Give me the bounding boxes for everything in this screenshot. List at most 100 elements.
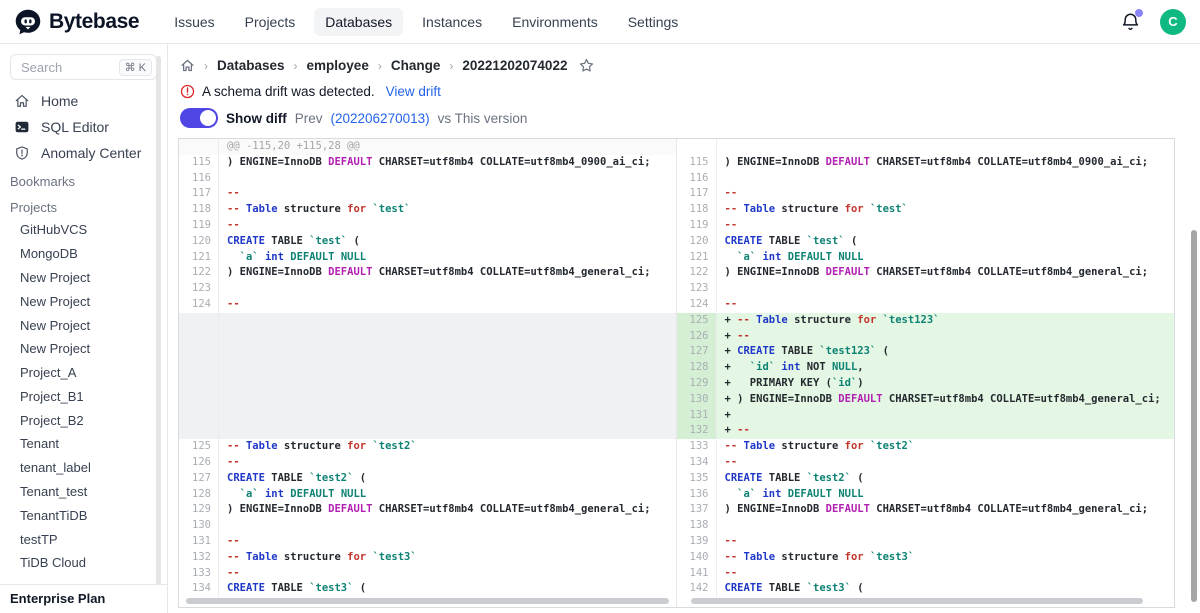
search-input[interactable] — [19, 59, 95, 76]
diff-left-horizontal-scrollbar[interactable] — [186, 598, 669, 604]
bytebase-logo[interactable]: Bytebase — [14, 8, 139, 36]
nav-tab-instances[interactable]: Instances — [411, 8, 493, 36]
sidebar-project-item[interactable]: MongoDB — [0, 242, 167, 266]
line-number: 133 — [179, 566, 219, 582]
diff-row: 117-- — [179, 186, 676, 202]
sidebar-project-item[interactable]: New Project — [0, 337, 167, 361]
code-token: ) ENGINE=InnoDB — [725, 503, 826, 515]
code-token — [227, 488, 240, 500]
code-line: `a` int DEFAULT NULL — [717, 250, 1175, 266]
code-line: ) ENGINE=InnoDB DEFAULT CHARSET=utf8mb4 … — [219, 155, 676, 171]
toggle-knob — [200, 110, 216, 126]
code-line: + -- — [717, 329, 1175, 345]
code-line — [219, 392, 676, 408]
sidebar-item-sql-editor[interactable]: SQL Editor — [0, 114, 167, 140]
sidebar-project-item[interactable]: Tenant_test — [0, 480, 167, 504]
code-token: + — [725, 345, 738, 357]
nav-tab-projects[interactable]: Projects — [234, 8, 307, 36]
line-number: 127 — [677, 344, 717, 360]
line-number: 117 — [677, 186, 717, 202]
diff-row: 141-- — [677, 566, 1175, 582]
breadcrumb-item[interactable]: Databases — [217, 58, 285, 73]
code-token: TABLE — [762, 235, 806, 247]
project-list: GitHubVCSMongoDBNew ProjectNew ProjectNe… — [0, 218, 167, 575]
sidebar-project-item[interactable]: testTP — [0, 527, 167, 551]
sidebar-scrollbar[interactable] — [156, 56, 161, 590]
line-number — [179, 376, 219, 392]
line-number: 125 — [179, 439, 219, 455]
code-token: + PRIMARY KEY ( — [725, 377, 832, 389]
sidebar-project-item[interactable]: New Project — [0, 313, 167, 337]
line-number: 116 — [677, 171, 717, 187]
code-token: -- — [725, 219, 738, 231]
breadcrumb-item[interactable]: employee — [307, 58, 369, 73]
notifications-button[interactable] — [1120, 11, 1142, 33]
code-token: + — [725, 409, 731, 421]
code-token: ( — [851, 472, 864, 484]
code-token: CREATE — [227, 582, 265, 594]
sidebar-project-item[interactable]: Tenant — [0, 432, 167, 456]
code-token: DEFAULT — [826, 156, 870, 168]
code-line: -- — [717, 297, 1175, 313]
sidebar-item-anomaly-center[interactable]: Anomaly Center — [0, 140, 167, 166]
show-diff-label: Show diff — [226, 111, 287, 126]
breadcrumb-item[interactable]: Change — [391, 58, 441, 73]
code-token: for — [347, 551, 366, 563]
code-line: CREATE TABLE `test` ( — [219, 234, 676, 250]
code-token: ) ENGINE=InnoDB — [227, 266, 328, 278]
nav-tab-databases[interactable]: Databases — [314, 8, 403, 36]
search-box[interactable]: ⌘ K — [10, 54, 157, 80]
star-icon[interactable] — [578, 57, 595, 74]
show-diff-toggle[interactable] — [180, 108, 218, 128]
sidebar-project-item[interactable]: New Project — [0, 266, 167, 290]
code-line — [219, 171, 676, 187]
sidebar-project-item[interactable]: tenant_label — [0, 456, 167, 480]
code-token: `test3` — [372, 551, 416, 563]
diff-right-horizontal-scrollbar[interactable] — [691, 598, 1143, 604]
breadcrumb-item[interactable]: 20221202074022 — [462, 58, 567, 73]
breadcrumb-separator: › — [378, 59, 382, 73]
code-token: DEFAULT — [328, 156, 372, 168]
code-token: -- — [227, 440, 240, 452]
code-token: ) ENGINE=InnoDB — [227, 503, 328, 515]
code-token: DEFAULT NULL — [290, 251, 366, 263]
line-number: 130 — [677, 392, 717, 408]
nav-tab-environments[interactable]: Environments — [501, 8, 609, 36]
user-avatar[interactable]: C — [1160, 9, 1186, 35]
view-drift-link[interactable]: View drift — [386, 84, 441, 99]
main-vertical-scrollbar[interactable] — [1191, 230, 1197, 602]
code-token: DEFAULT — [826, 503, 870, 515]
sidebar-item-label: Home — [41, 93, 78, 109]
code-line: + `id` int NOT NULL, — [717, 360, 1175, 376]
code-token: CHARSET=utf8mb4 COLLATE=utf8mb4_general_… — [870, 266, 1148, 278]
prev-version-link[interactable]: (202206270013) — [331, 111, 430, 126]
code-line: -- Table structure for `test3` — [219, 550, 676, 566]
diff-row: 142CREATE TABLE `test3` ( — [677, 581, 1175, 597]
sidebar-project-item[interactable]: Project_A — [0, 361, 167, 385]
code-line — [717, 139, 1175, 155]
code-token: TABLE — [265, 235, 309, 247]
line-number: 122 — [677, 265, 717, 281]
sidebar-project-item[interactable]: Project_B2 — [0, 408, 167, 432]
sidebar-project-item[interactable]: TiDB Cloud — [0, 551, 167, 575]
line-number — [179, 329, 219, 345]
code-token: ( — [845, 235, 858, 247]
line-number: 119 — [179, 218, 219, 234]
sidebar-project-item[interactable]: GitHubVCS — [0, 218, 167, 242]
line-number: 128 — [179, 487, 219, 503]
sidebar-project-item[interactable]: New Project — [0, 289, 167, 313]
code-token: -- — [725, 456, 738, 468]
code-line: -- — [717, 218, 1175, 234]
code-token: + — [725, 424, 738, 436]
code-line: -- — [219, 297, 676, 313]
code-line: -- — [717, 534, 1175, 550]
sidebar-project-item[interactable]: TenantTiDB — [0, 503, 167, 527]
sidebar-project-item[interactable]: Project_B1 — [0, 384, 167, 408]
nav-tab-issues[interactable]: Issues — [163, 8, 225, 36]
breadcrumb-home-icon[interactable] — [180, 58, 195, 73]
diff-toolbar: Show diff Prev (202206270013) vs This ve… — [180, 108, 527, 128]
sidebar-item-home[interactable]: Home — [0, 88, 167, 114]
schema-drift-alert: A schema drift was detected. View drift — [180, 84, 441, 99]
code-token: int — [762, 488, 781, 500]
nav-tab-settings[interactable]: Settings — [617, 8, 690, 36]
